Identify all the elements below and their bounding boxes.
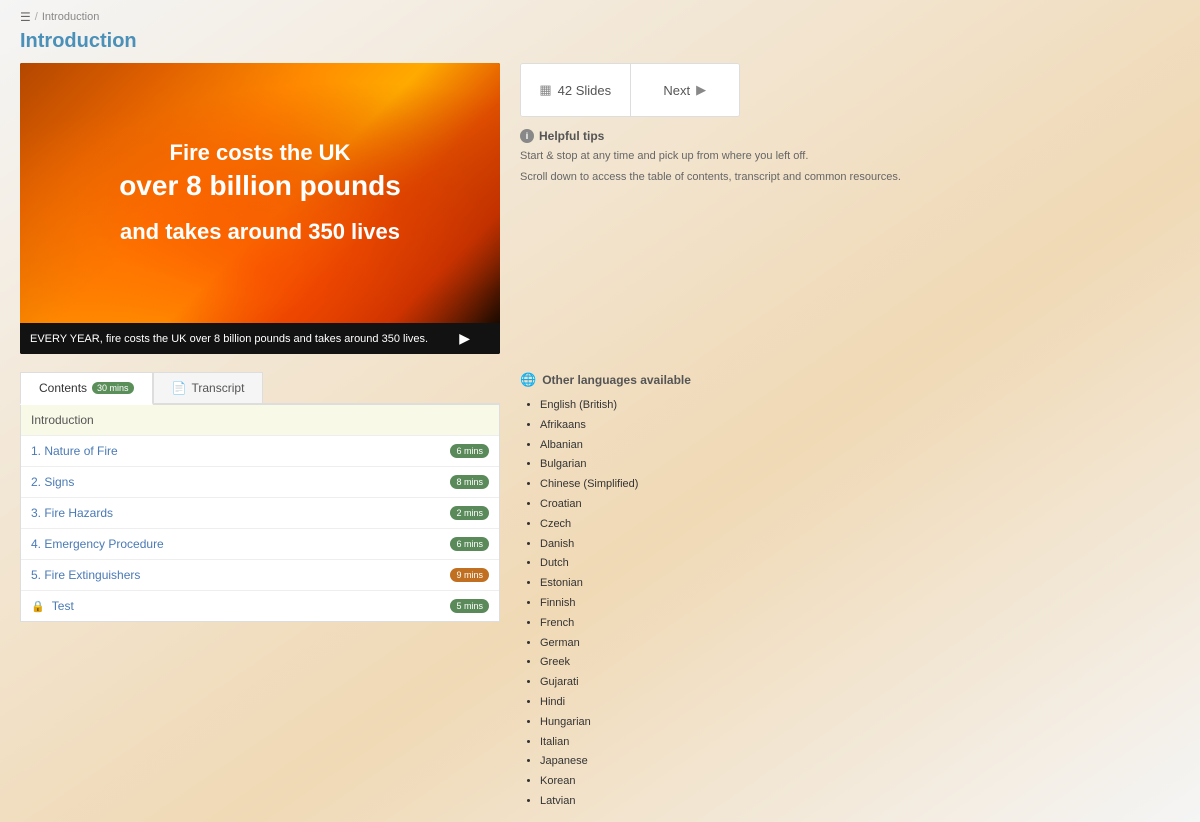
breadcrumb-separator: / bbox=[35, 11, 38, 23]
menu-icon: ☰ bbox=[20, 10, 31, 24]
toc-badge: 8 mins bbox=[450, 475, 489, 489]
language-item: Bulgarian bbox=[540, 455, 1180, 475]
helpful-tip-1: Start & stop at any time and pick up fro… bbox=[520, 148, 1180, 165]
toc-item-label: 2. Signs bbox=[31, 475, 74, 489]
language-item: Estonian bbox=[540, 574, 1180, 594]
toc-badge: 6 mins bbox=[450, 444, 489, 458]
language-item: Korean bbox=[540, 772, 1180, 792]
page-title: Introduction bbox=[0, 28, 1200, 63]
tab-transcript-label: Transcript bbox=[192, 381, 245, 395]
language-item: Hindi bbox=[540, 693, 1180, 713]
breadcrumb-current: Introduction bbox=[42, 11, 99, 23]
toc-badge: 5 mins bbox=[450, 599, 489, 613]
language-item: English (British) bbox=[540, 396, 1180, 416]
toc-item[interactable]: 4. Emergency Procedure 6 mins bbox=[21, 529, 499, 560]
next-icon: ▶ bbox=[696, 82, 706, 98]
fire-text: Fire costs the UK over 8 billion pounds … bbox=[89, 129, 431, 257]
info-icon: i bbox=[520, 129, 534, 143]
toc-item-label: 3. Fire Hazards bbox=[31, 506, 113, 520]
language-item: Dutch bbox=[540, 554, 1180, 574]
fire-text-line2: over 8 billion pounds bbox=[119, 168, 401, 204]
globe-icon: 🌐 bbox=[520, 372, 536, 388]
languages-section: 🌐 Other languages available English (Bri… bbox=[520, 372, 1180, 812]
next-label: Next bbox=[663, 83, 690, 98]
tab-contents-label: Contents bbox=[39, 381, 87, 395]
language-item: Gujarati bbox=[540, 673, 1180, 693]
language-item: Danish bbox=[540, 535, 1180, 555]
language-item: Albanian bbox=[540, 436, 1180, 456]
tabs: Contents 30 mins 📄 Transcript bbox=[20, 372, 500, 405]
caption-arrow[interactable]: ▶ bbox=[459, 330, 470, 347]
language-item: French bbox=[540, 614, 1180, 634]
language-item: Afrikaans bbox=[540, 416, 1180, 436]
toc-item-label: 5. Fire Extinguishers bbox=[31, 568, 140, 582]
helpful-tips-heading: Helpful tips bbox=[539, 129, 604, 143]
breadcrumb: ☰ / Introduction bbox=[0, 0, 1200, 28]
toc-item-label: 🔒 Test bbox=[31, 599, 74, 613]
toc-item-label: 1. Nature of Fire bbox=[31, 444, 118, 458]
main-area: Fire costs the UK over 8 billion pounds … bbox=[0, 63, 1200, 354]
languages-title: 🌐 Other languages available bbox=[520, 372, 1180, 388]
language-item: German bbox=[540, 634, 1180, 654]
toc-item-label: 4. Emergency Procedure bbox=[31, 537, 164, 551]
slides-nav: ▦ 42 Slides Next ▶ bbox=[520, 63, 740, 117]
toc-item[interactable]: 3. Fire Hazards 2 mins bbox=[21, 498, 499, 529]
helpful-tip-2: Scroll down to access the table of conte… bbox=[520, 169, 1180, 186]
helpful-tips: i Helpful tips Start & stop at any time … bbox=[520, 129, 1180, 189]
fire-text-line3: and takes around 350 lives bbox=[119, 218, 401, 247]
fire-image: Fire costs the UK over 8 billion pounds … bbox=[20, 63, 500, 323]
contents-badge: 30 mins bbox=[92, 382, 134, 394]
languages-heading: Other languages available bbox=[542, 373, 691, 387]
toc-badge: 2 mins bbox=[450, 506, 489, 520]
slide-container[interactable]: Fire costs the UK over 8 billion pounds … bbox=[20, 63, 500, 354]
right-panel: ▦ 42 Slides Next ▶ i Helpful tips Start … bbox=[520, 63, 1180, 189]
language-item: Chinese (Simplified) bbox=[540, 475, 1180, 495]
toc-item-label: Introduction bbox=[31, 413, 94, 427]
language-item: Greek bbox=[540, 653, 1180, 673]
tab-transcript[interactable]: 📄 Transcript bbox=[153, 372, 264, 403]
language-item: Italian bbox=[540, 733, 1180, 753]
video-caption: EVERY YEAR, fire costs the UK over 8 bil… bbox=[20, 323, 500, 354]
next-button[interactable]: Next ▶ bbox=[631, 64, 740, 116]
toc-list: Introduction 1. Nature of Fire 6 mins 2. Si… bbox=[20, 405, 500, 622]
language-item: Croatian bbox=[540, 495, 1180, 515]
toc-badge: 9 mins bbox=[450, 568, 489, 582]
toc-item[interactable]: 5. Fire Extinguishers 9 mins bbox=[21, 560, 499, 591]
toc-item[interactable]: Introduction bbox=[21, 405, 499, 436]
language-item: Hungarian bbox=[540, 713, 1180, 733]
slides-icon: ▦ bbox=[539, 82, 551, 98]
language-item: Latvian bbox=[540, 792, 1180, 812]
slides-label: 42 Slides bbox=[558, 83, 611, 98]
slides-button[interactable]: ▦ 42 Slides bbox=[521, 64, 631, 116]
language-item: Czech bbox=[540, 515, 1180, 535]
caption-text: EVERY YEAR, fire costs the UK over 8 bil… bbox=[30, 333, 459, 345]
toc-badge: 6 mins bbox=[450, 537, 489, 551]
toc-item[interactable]: 1. Nature of Fire 6 mins bbox=[21, 436, 499, 467]
tab-contents[interactable]: Contents 30 mins bbox=[20, 372, 153, 405]
toc-item[interactable]: 🔒 Test 5 mins bbox=[21, 591, 499, 621]
lower-area: Contents 30 mins 📄 Transcript Introducti… bbox=[0, 354, 1200, 822]
language-item: Japanese bbox=[540, 752, 1180, 772]
transcript-icon: 📄 bbox=[172, 381, 187, 395]
language-item: Finnish bbox=[540, 594, 1180, 614]
helpful-tips-title: i Helpful tips bbox=[520, 129, 1180, 143]
toc-section: Contents 30 mins 📄 Transcript Introducti… bbox=[20, 372, 500, 812]
fire-text-line1: Fire costs the UK bbox=[119, 139, 401, 168]
toc-item[interactable]: 2. Signs 8 mins bbox=[21, 467, 499, 498]
lock-icon: 🔒 bbox=[31, 601, 48, 613]
languages-list: English (British)AfrikaansAlbanianBulgar… bbox=[520, 396, 1180, 812]
